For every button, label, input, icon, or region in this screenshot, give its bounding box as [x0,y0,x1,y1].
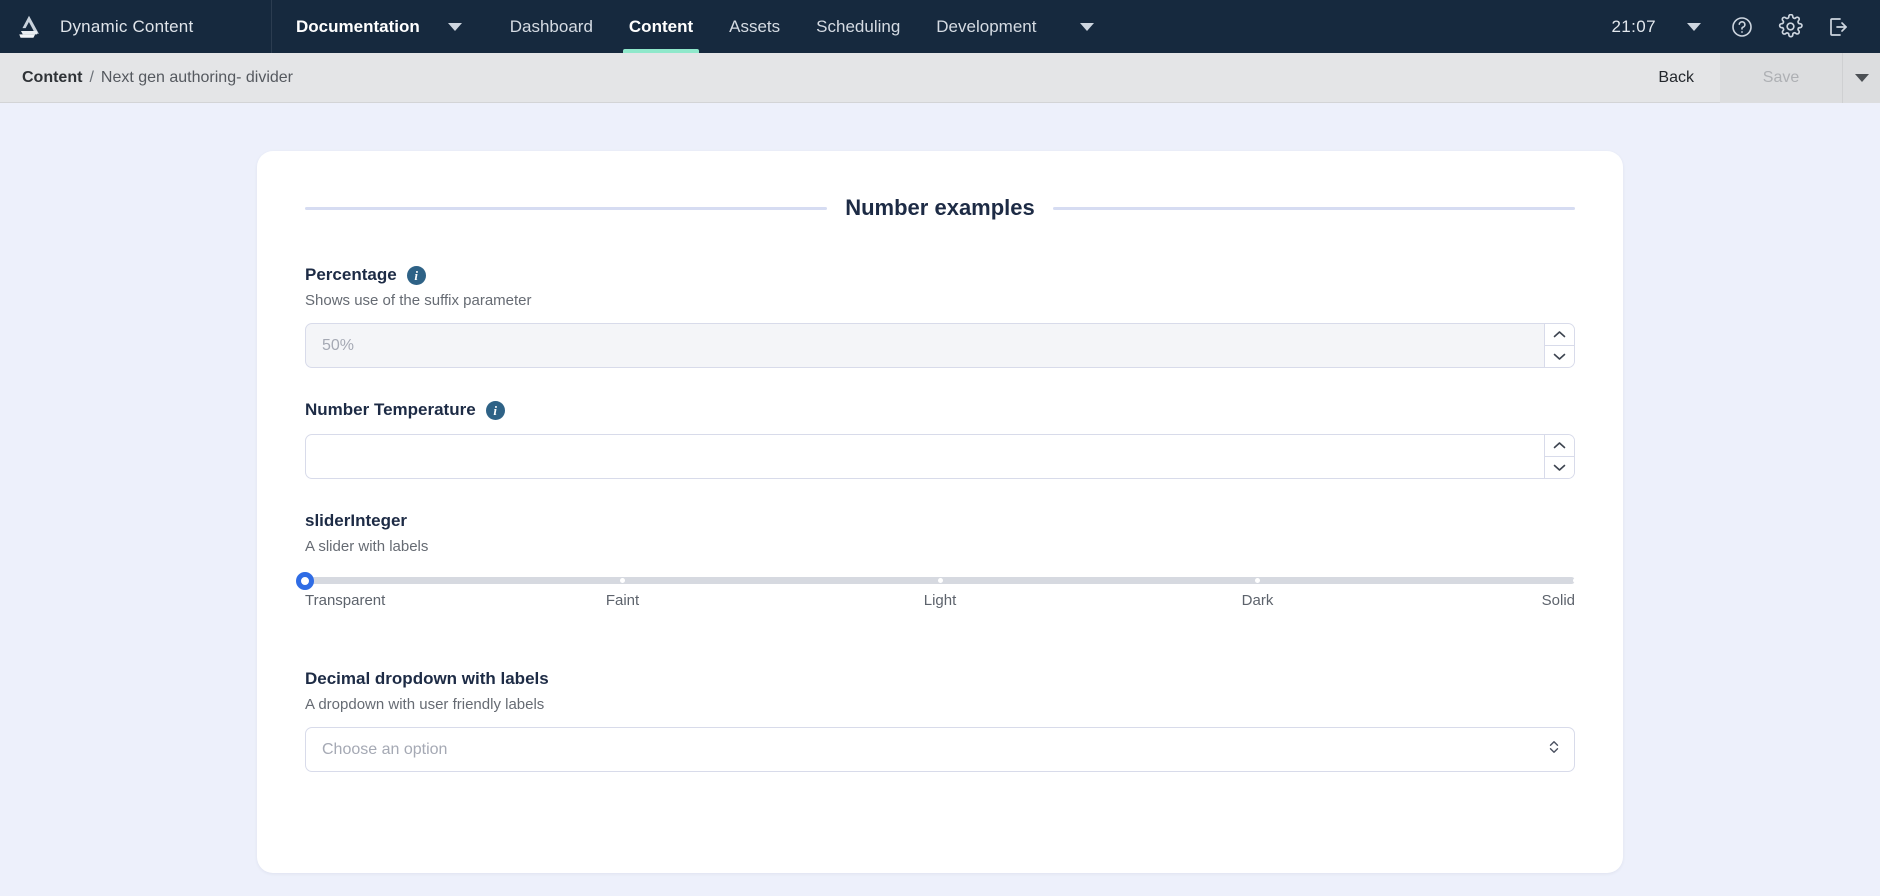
nav-item-scheduling[interactable]: Scheduling [798,0,918,53]
top-navigation-bar: Dynamic Content Documentation Dashboard … [0,0,1880,53]
field-number-temperature: Number Temperature i [305,400,1575,479]
nav-sections: Documentation Dashboard Content Assets S… [272,0,1118,53]
slider-thumb[interactable] [296,571,314,590]
nav-more-chevron-down-icon[interactable] [1054,0,1118,53]
help-circle-icon[interactable] [1718,0,1766,53]
amplience-logo-icon [14,12,44,42]
chevron-up-down-icon[interactable] [1548,738,1560,761]
breadcrumb-current: Next gen authoring- divider [100,68,293,86]
clock-label: 21:07 [1611,16,1656,36]
slider-tick-light [937,578,943,583]
number-temperature-info-icon[interactable]: i [485,400,505,420]
slider-integer-description: A slider with labels [305,538,429,555]
number-temperature-label-row: Number Temperature i [305,400,1575,420]
percentage-steppers [1544,324,1574,367]
divider-line-right [1052,206,1575,210]
number-temperature-input[interactable] [306,435,1544,478]
slider-label-dark: Dark [1241,592,1274,609]
logout-icon[interactable] [1814,0,1862,53]
slider-integer-label-row: sliderInteger [305,511,1575,531]
nav-item-documentation[interactable]: Documentation [272,0,430,53]
content-form-card: Number examples Percentage i Shows use o… [257,151,1623,873]
number-temperature-input-wrapper [305,434,1575,479]
breadcrumb-root[interactable]: Content [22,69,82,87]
back-button[interactable]: Back [1632,53,1720,103]
slider-tick-solid [1572,578,1578,583]
slider-tick-faint [620,578,625,583]
brand-name: Dynamic Content [60,16,194,36]
slider-tick-dark [1255,578,1260,583]
nav-item-assets[interactable]: Assets [711,0,798,53]
nav-item-dashboard[interactable]: Dashboard [492,0,611,53]
slider-label-faint: Faint [605,592,640,609]
decimal-dropdown-description: A dropdown with user friendly labels [305,696,545,713]
slider-integer-control[interactable]: Transparent Faint Light Dark Solid [296,571,1578,637]
slider-label-transparent: Transparent [305,592,386,609]
gear-icon[interactable] [1766,0,1814,53]
percentage-label-row: Percentage i [305,265,1575,285]
slider-track[interactable] [296,571,1578,590]
clock-chevron-down-icon[interactable] [1670,0,1718,53]
percentage-chevron-up-icon[interactable] [1545,324,1574,345]
slider-label-solid: Solid [1541,592,1575,609]
number-temperature-chevron-up-icon[interactable] [1545,435,1574,456]
save-button[interactable]: Save [1720,52,1842,103]
divider-line-left [305,206,828,210]
nav-item-content[interactable]: Content [611,0,711,53]
brand-area[interactable]: Dynamic Content [0,0,272,53]
slider-label-light: Light [923,592,957,609]
field-percentage: Percentage i Shows use of the suffix par… [305,265,1575,368]
decimal-dropdown-label-row: Decimal dropdown with labels [305,669,1575,689]
number-temperature-chevron-down-icon[interactable] [1545,456,1574,478]
field-decimal-dropdown: Decimal dropdown with labels A dropdown … [305,669,1575,772]
decimal-dropdown-label: Decimal dropdown with labels [305,669,549,688]
percentage-description: Shows use of the suffix parameter [305,292,532,309]
percentage-chevron-down-icon[interactable] [1545,345,1574,367]
section-divider: Number examples [257,195,1623,221]
documentation-chevron-down-icon[interactable] [430,0,492,53]
nav-right-group: 21:07 [1611,0,1880,53]
save-chevron-down-icon[interactable] [1842,52,1880,103]
percentage-input-wrapper [305,323,1575,368]
decimal-dropdown-placeholder: Choose an option [322,740,448,758]
field-slider-integer: sliderInteger A slider with labels Trans… [296,511,1578,637]
decimal-dropdown-select[interactable]: Choose an option [305,727,1575,772]
section-title: Number examples [845,195,1035,220]
breadcrumb-bar: Content / Next gen authoring- divider Ba… [0,52,1880,103]
breadcrumb-actions: Back Save [1632,52,1880,103]
form-fields: Percentage i Shows use of the suffix par… [257,265,1623,772]
number-temperature-steppers [1544,435,1574,478]
breadcrumb-separator: / [89,68,94,86]
nav-item-development[interactable]: Development [918,0,1054,53]
number-temperature-label: Number Temperature [305,400,476,419]
slider-labels: Transparent Faint Light Dark Solid [305,593,1575,637]
slider-integer-label: sliderInteger [305,511,408,530]
page-body: Number examples Percentage i Shows use o… [0,103,1880,895]
percentage-info-icon[interactable]: i [406,265,426,285]
percentage-input[interactable] [306,324,1544,367]
percentage-label: Percentage [305,265,397,284]
